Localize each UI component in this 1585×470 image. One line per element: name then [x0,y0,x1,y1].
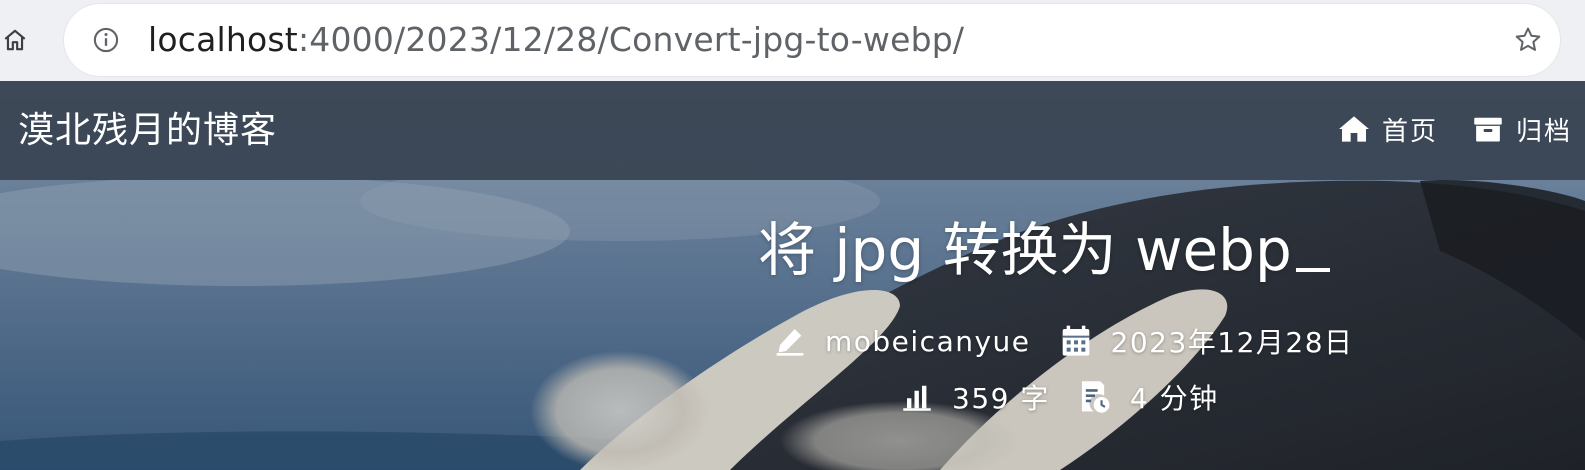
post-title-text: 将 jpg 转换为 webp [758,216,1292,284]
nav-item-label: 首页 [1382,116,1439,147]
post-meta-row-1: mobeicanyue 2023年12月28日 [773,321,1382,361]
post-author-name: mobeicanyue [825,324,1031,358]
site-info-button[interactable] [91,25,121,55]
reading-time-icon [1078,380,1112,414]
calendar-icon [1059,324,1093,358]
address-bar[interactable]: localhost:4000/2023/12/28/Convert-jpg-to… [64,4,1560,76]
post-date: 2023年12月28日 [1059,321,1354,361]
bookmark-button[interactable] [1512,24,1544,56]
post-read-time-text: 4 分钟 [1129,382,1219,415]
typing-cursor [1295,268,1330,272]
post-title: 将 jpg 转换为 webp [758,212,1330,288]
star-icon [1515,27,1541,51]
home-button[interactable] [0,24,30,56]
home-icon [1338,113,1370,145]
info-icon [93,27,119,53]
post-meta-row-2: 359 字 4 分钟 [900,377,1247,417]
post-read-time: 4 分钟 [1078,377,1219,417]
browser-toolbar: localhost:4000/2023/12/28/Convert-jpg-to… [0,0,1585,81]
post-author: mobeicanyue [773,324,1031,358]
post-date-text: 2023年12月28日 [1110,326,1354,359]
browser-window: localhost:4000/2023/12/28/Convert-jpg-to… [0,0,1585,470]
url-text[interactable]: localhost:4000/2023/12/28/Convert-jpg-to… [148,16,964,64]
page-content: 漠北残月的博客 首页 归档 将 jpg 转换为 webp mobeicanyue… [0,81,1585,470]
bar-chart-icon [900,380,934,414]
pen-icon [773,324,807,358]
site-brand[interactable]: 漠北残月的博客 [18,103,277,159]
url-host: localhost [148,20,298,59]
archive-icon [1472,113,1504,145]
home-icon [4,29,26,51]
url-path: :4000/2023/12/28/Convert-jpg-to-webp/ [297,20,965,59]
nav-item-home[interactable]: 首页 [1338,111,1438,148]
post-word-count: 359 字 [900,377,1050,417]
site-navbar: 漠北残月的博客 首页 归档 [0,81,1585,180]
nav-item-archive[interactable]: 归档 [1472,111,1572,148]
nav-item-label: 归档 [1516,116,1573,147]
post-word-count-text: 359 字 [952,382,1050,415]
nav-menu: 首页 归档 [1338,109,1585,149]
